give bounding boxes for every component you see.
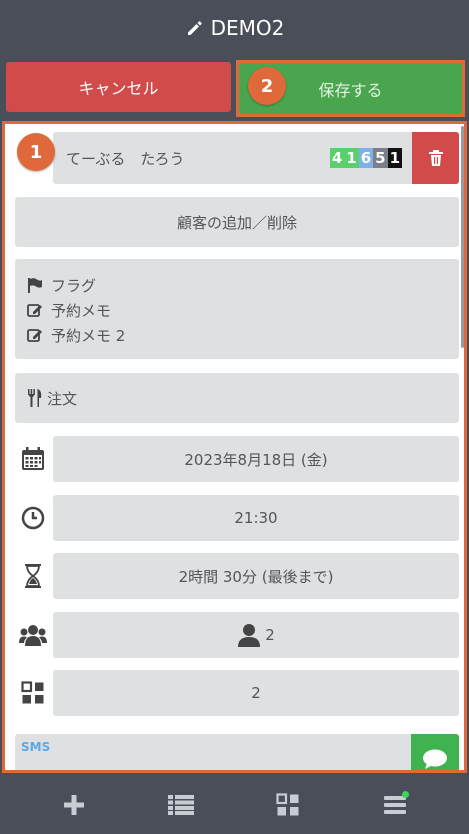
- list-icon: [167, 794, 194, 815]
- tables-field[interactable]: 2: [53, 670, 459, 716]
- table-number-digit: 4: [329, 148, 345, 168]
- calendar-icon: [20, 446, 46, 472]
- date-field[interactable]: 2023年8月18日 (金): [53, 436, 459, 482]
- duration-field[interactable]: 2時間 30分 (最後まで): [53, 553, 459, 599]
- guests-field[interactable]: 2: [53, 612, 459, 658]
- scrollbar[interactable]: [461, 126, 464, 348]
- trash-icon: [428, 150, 443, 166]
- hourglass-icon: [20, 563, 46, 589]
- page-title: DEMO2: [210, 16, 285, 40]
- table-number-digit: 1: [387, 148, 402, 168]
- table-number-digit: 5: [373, 148, 388, 168]
- nav-add[interactable]: [44, 780, 104, 830]
- nav-menu[interactable]: [365, 780, 425, 830]
- sms-box[interactable]: SMS: [15, 734, 459, 770]
- app-header: DEMO2: [0, 0, 469, 56]
- memo-label: 予約メモ: [51, 302, 112, 320]
- customer-name: てーぶる たろう: [66, 149, 185, 168]
- memo-box[interactable]: フラグ 予約メモ 予約メモ 2: [15, 259, 459, 359]
- sms-label: SMS: [21, 740, 51, 754]
- order-button[interactable]: 注文: [15, 373, 459, 423]
- customer-row[interactable]: てーぶる たろう 41651: [53, 132, 459, 184]
- memo-reservation-2[interactable]: 予約メモ 2: [27, 323, 459, 348]
- sms-send-button[interactable]: [411, 734, 459, 770]
- guest-count: 2: [265, 626, 275, 644]
- notification-dot: [402, 790, 410, 798]
- clock-icon: [20, 505, 46, 531]
- table-grid-icon: [20, 680, 46, 706]
- pencil-icon: [185, 18, 205, 38]
- flag-icon: [28, 278, 42, 293]
- reservation-panel: てーぶる たろう 41651 1 顧客の追加／削除 フラグ 予約メモ 予約メモ …: [2, 121, 467, 773]
- order-label: 注文: [47, 389, 78, 408]
- table-numbers: 41651: [329, 148, 402, 168]
- users-icon: [18, 622, 48, 648]
- edit-icon: [27, 304, 42, 317]
- menu-icon: [384, 795, 407, 814]
- action-bar: キャンセル 保存する: [0, 60, 469, 118]
- cancel-button[interactable]: キャンセル: [6, 62, 231, 112]
- table-number-digit: 6: [358, 148, 374, 168]
- grid-icon: [276, 792, 299, 815]
- memo-label: フラグ: [51, 277, 97, 295]
- time-field[interactable]: 21:30: [53, 495, 459, 541]
- table-number-digit: 1: [344, 148, 359, 168]
- chat-icon: [423, 749, 447, 769]
- memo-flag[interactable]: フラグ: [27, 273, 459, 298]
- add-remove-customer-button[interactable]: 顧客の追加／削除: [15, 197, 459, 247]
- memo-reservation-1[interactable]: 予約メモ: [27, 298, 459, 323]
- step-badge-2: 2: [248, 67, 286, 105]
- bottom-nav: [0, 775, 469, 834]
- delete-button[interactable]: [412, 132, 459, 184]
- utensils-icon: [28, 389, 42, 407]
- nav-list[interactable]: [151, 780, 211, 830]
- edit-icon: [27, 329, 42, 342]
- step-badge-1: 1: [17, 133, 55, 171]
- memo-label: 予約メモ 2: [51, 327, 126, 345]
- plus-icon: [63, 794, 84, 815]
- person-icon: [238, 624, 261, 647]
- nav-tables[interactable]: [258, 780, 318, 830]
